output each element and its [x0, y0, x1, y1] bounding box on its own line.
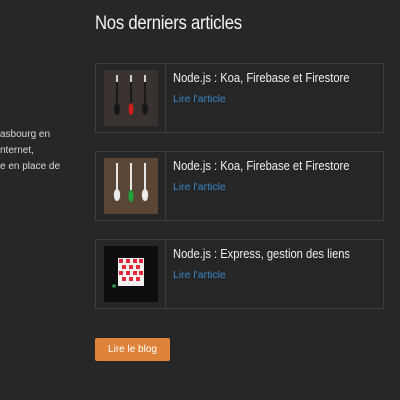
article-title[interactable]: Node.js : Koa, Firebase et Firestore ges…: [173, 158, 349, 173]
article-title[interactable]: Node.js : Express, gestion des liens act…: [173, 246, 349, 261]
cube-thumbnail-icon: [104, 246, 158, 302]
article-title[interactable]: Node.js : Koa, Firebase et Firestore ges…: [173, 70, 349, 85]
article-thumbnail-frame: [96, 152, 166, 220]
darts-thumbnail-icon: [104, 70, 158, 126]
article-card[interactable]: Node.js : Koa, Firebase et Firestore ges…: [95, 151, 384, 221]
article-thumbnail-frame: [96, 240, 166, 308]
read-article-link[interactable]: Lire l'article: [173, 181, 226, 193]
sidebar-line: e en place de: [0, 161, 61, 172]
article-card[interactable]: Node.js : Koa, Firebase et Firestore ges…: [95, 63, 384, 133]
truncated-sidebar-text: asbourg en nternet, e en place de: [0, 127, 90, 175]
read-blog-button[interactable]: Lire le blog: [95, 338, 170, 361]
darts-thumbnail-icon: [104, 158, 158, 214]
article-card[interactable]: Node.js : Express, gestion des liens act…: [95, 239, 384, 309]
sidebar-line: nternet,: [0, 145, 34, 156]
section-title: Nos derniers articles: [95, 13, 242, 34]
article-thumbnail-frame: [96, 64, 166, 132]
read-article-link[interactable]: Lire l'article: [173, 269, 226, 281]
sidebar-line: asbourg en: [0, 129, 51, 140]
read-article-link[interactable]: Lire l'article: [173, 93, 226, 105]
